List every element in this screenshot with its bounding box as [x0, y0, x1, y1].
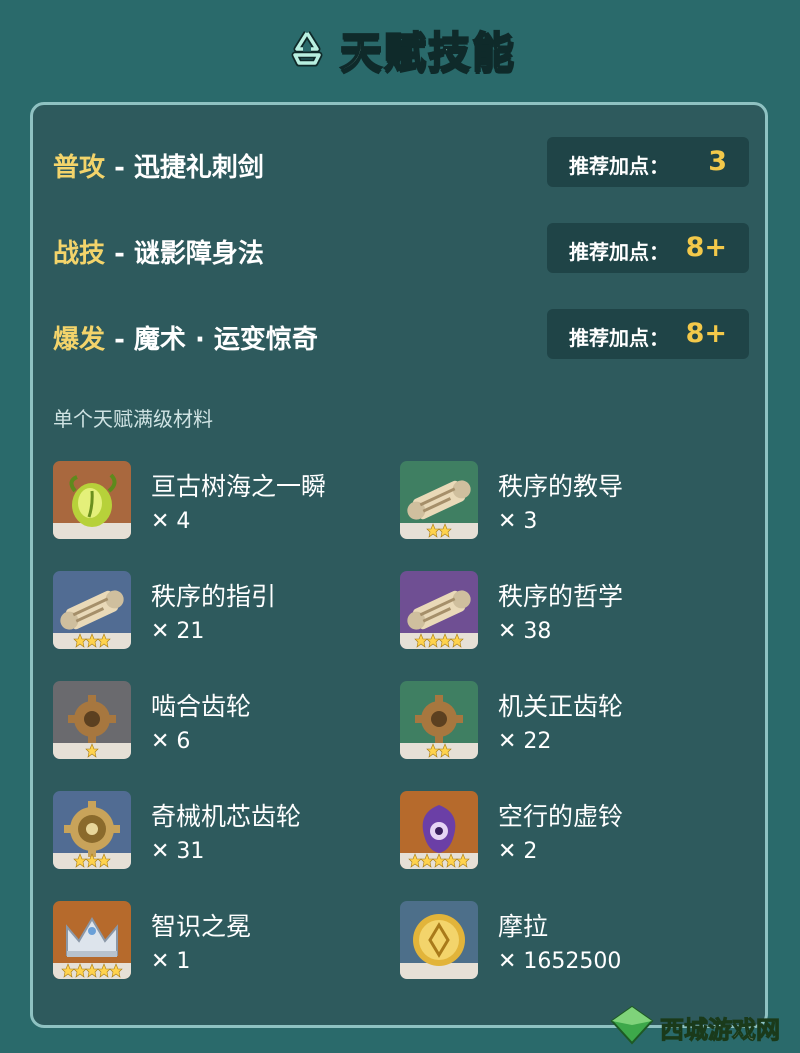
skill-name: 魔术 · 运变惊奇 — [133, 325, 318, 355]
material-item: 秩序的哲学 ✕ 38 — [400, 571, 730, 651]
recommend-value: 8+ — [685, 232, 727, 263]
material-count: ✕ 1652500 — [498, 949, 622, 974]
material-name: 秩序的指引 — [151, 582, 277, 611]
skill-row-elemental-skill: 战技 - 谜影障身法 推荐加点： 8+ — [53, 223, 749, 273]
page-header: 天赋技能 — [0, 14, 800, 84]
skill-name: 谜影障身法 — [133, 239, 264, 269]
scroll-icon — [400, 571, 478, 649]
material-count: ✕ 1 — [151, 949, 191, 974]
bell-icon — [400, 791, 478, 869]
material-name: 啮合齿轮 — [151, 692, 252, 721]
material-item: 奇械机芯齿轮 ✕ 31 — [53, 791, 383, 871]
material-count: ✕ 2 — [498, 839, 538, 864]
clockwork-gear-icon — [53, 791, 131, 869]
materials-heading: 单个天赋满级材料 — [53, 407, 213, 431]
page-title: 天赋技能 — [339, 27, 516, 78]
scroll-icon — [53, 571, 131, 649]
skill-type: 战技 — [53, 239, 106, 269]
recycle-icon — [284, 26, 330, 72]
skill-label: 战技 - 谜影障身法 — [53, 239, 264, 269]
material-count: ✕ 22 — [498, 729, 552, 754]
recommend-value: 8+ — [685, 318, 727, 349]
gear-icon — [400, 681, 478, 759]
skill-type: 爆发 — [53, 325, 106, 355]
watermark-text: 西城游戏网 — [660, 1015, 781, 1044]
material-name: 智识之冕 — [151, 912, 252, 941]
material-name: 空行的虚铃 — [498, 802, 624, 831]
material-count: ✕ 31 — [151, 839, 205, 864]
scroll-icon — [400, 461, 478, 539]
skill-name: 迅捷礼刺剑 — [133, 153, 264, 183]
talent-panel: 普攻 - 迅捷礼刺剑 推荐加点： 3 战技 - 谜影障身法 推荐加点： 8+ 爆… — [30, 102, 768, 1028]
recommend-value: 3 — [708, 146, 727, 177]
skill-row-elemental-burst: 爆发 - 魔术 · 运变惊奇 推荐加点： 8+ — [53, 309, 749, 359]
material-count: ✕ 38 — [498, 619, 552, 644]
material-item: 亘古树海之一瞬 ✕ 4 — [53, 461, 383, 541]
material-item: 秩序的指引 ✕ 21 — [53, 571, 383, 651]
material-name: 摩拉 — [498, 912, 549, 941]
material-item: 摩拉 ✕ 1652500 — [400, 901, 730, 981]
material-item: 啮合齿轮 ✕ 6 — [53, 681, 383, 761]
material-name: 亘古树海之一瞬 — [151, 472, 327, 501]
material-item: 机关正齿轮 ✕ 22 — [400, 681, 730, 761]
material-name: 奇械机芯齿轮 — [151, 802, 302, 831]
material-name: 机关正齿轮 — [498, 692, 624, 721]
mora-coin-icon — [400, 901, 478, 979]
material-count: ✕ 6 — [151, 729, 191, 754]
recommend-label: 推荐加点： — [569, 240, 669, 264]
skill-label: 普攻 - 迅捷礼刺剑 — [53, 153, 264, 183]
watermark: 西城游戏网 — [610, 1001, 800, 1053]
recommend-label: 推荐加点： — [569, 154, 669, 178]
recommend-box: 推荐加点： 3 — [547, 137, 749, 187]
material-item: 智识之冕 ✕ 1 — [53, 901, 383, 981]
material-item: 空行的虚铃 ✕ 2 — [400, 791, 730, 871]
recommend-label: 推荐加点： — [569, 326, 669, 350]
green-sprout-icon — [53, 461, 131, 539]
material-item: 秩序的教导 ✕ 3 — [400, 461, 730, 541]
material-name: 秩序的哲学 — [498, 582, 624, 611]
recommend-box: 推荐加点： 8+ — [547, 309, 749, 359]
material-name: 秩序的教导 — [498, 472, 624, 501]
skill-type: 普攻 — [53, 153, 106, 183]
material-count: ✕ 21 — [151, 619, 205, 644]
gear-icon — [53, 681, 131, 759]
skill-label: 爆发 - 魔术 · 运变惊奇 — [53, 325, 318, 355]
recommend-box: 推荐加点： 8+ — [547, 223, 749, 273]
material-count: ✕ 4 — [151, 509, 191, 534]
crown-icon — [53, 901, 131, 979]
material-count: ✕ 3 — [498, 509, 538, 534]
skill-row-normal-attack: 普攻 - 迅捷礼刺剑 推荐加点： 3 — [53, 137, 749, 187]
diamond-logo-icon — [610, 1005, 654, 1049]
